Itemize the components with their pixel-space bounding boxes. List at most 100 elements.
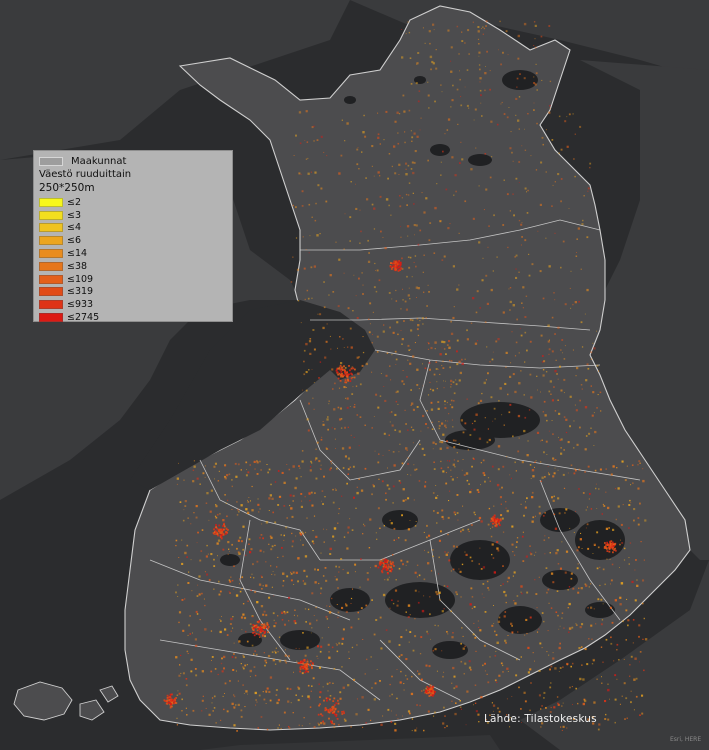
population-cell [548,348,551,351]
population-cell [251,509,254,512]
population-cell [301,460,304,463]
population-cell [322,326,325,330]
population-cell [552,657,555,660]
population-cell [352,588,353,590]
population-cell [512,551,514,553]
population-cell [505,351,508,354]
population-cell [342,369,344,371]
population-cell [374,450,376,452]
population-cell [417,52,420,54]
population-cell [429,381,431,383]
population-cell [182,519,185,522]
population-cell [432,649,435,652]
population-cell [536,375,538,377]
population-cell [311,462,313,464]
population-cell [439,373,441,375]
population-cell [605,468,607,470]
population-cell [444,715,446,717]
population-cell [248,543,250,545]
population-cell [368,252,370,254]
population-cell [427,691,430,694]
population-cell [541,705,543,707]
population-cell [459,700,461,702]
population-cell [548,25,551,27]
population-cell [310,266,313,269]
population-cell [392,561,394,564]
population-cell [451,156,454,159]
population-cell [511,631,514,634]
population-cell [351,646,354,649]
population-cell [218,593,221,596]
population-cell [444,551,446,553]
population-cell [557,497,560,500]
population-cell [602,603,604,605]
population-cell [383,432,386,435]
population-cell [548,602,550,604]
population-cell [317,658,319,659]
population-cell [592,342,594,344]
population-cell [475,413,478,416]
population-cell [396,265,399,268]
population-cell [497,549,500,552]
population-cell [534,660,535,662]
population-cell [371,145,374,148]
population-cell [331,646,334,649]
population-cell [630,690,632,692]
population-cell [247,693,248,695]
population-cell [199,619,201,621]
population-cell [335,489,337,491]
population-cell [331,427,333,429]
population-cell [436,593,439,596]
population-cell [332,388,334,390]
population-cell [630,502,632,504]
population-cell [455,383,458,386]
population-cell [343,347,345,348]
population-cell [558,646,561,650]
population-cell [392,602,395,605]
population-cell [409,614,411,616]
population-cell [500,514,503,517]
population-cell [363,525,366,527]
population-cell [429,55,433,59]
population-cell [239,590,242,593]
population-cell [375,619,378,621]
population-cell [458,568,460,570]
legend-row: ≤6 [39,234,232,247]
population-cell [634,569,636,571]
population-cell [297,687,301,690]
population-cell [441,364,443,367]
population-cell [446,446,449,449]
population-cell [623,547,626,550]
population-cell [201,529,204,531]
population-cell [229,580,232,583]
map-canvas[interactable]: Maakunnat Väestö ruuduittain 250*250m ≤2… [0,0,709,750]
population-cell [343,536,346,538]
population-cell [447,118,451,121]
population-cell [386,352,389,354]
population-cell [450,383,452,386]
population-cell [422,323,424,325]
population-cell [401,56,404,59]
population-cell [514,461,516,464]
population-cell [308,252,310,254]
population-cell [267,627,269,630]
population-cell [397,142,400,145]
population-cell [353,406,356,408]
population-cell [364,135,367,138]
population-cell [271,586,273,588]
population-cell [371,599,373,601]
population-cell [260,534,263,536]
population-cell [355,507,357,509]
population-cell [242,525,245,528]
population-cell [511,625,513,627]
population-cell [277,615,279,617]
population-cell [547,340,550,343]
population-cell [505,366,507,368]
population-cell [355,713,358,716]
population-cell [515,341,518,344]
population-cell [333,710,336,713]
population-cell [602,503,604,506]
population-cell [411,730,413,732]
population-cell [232,616,234,618]
population-cell [536,631,539,633]
